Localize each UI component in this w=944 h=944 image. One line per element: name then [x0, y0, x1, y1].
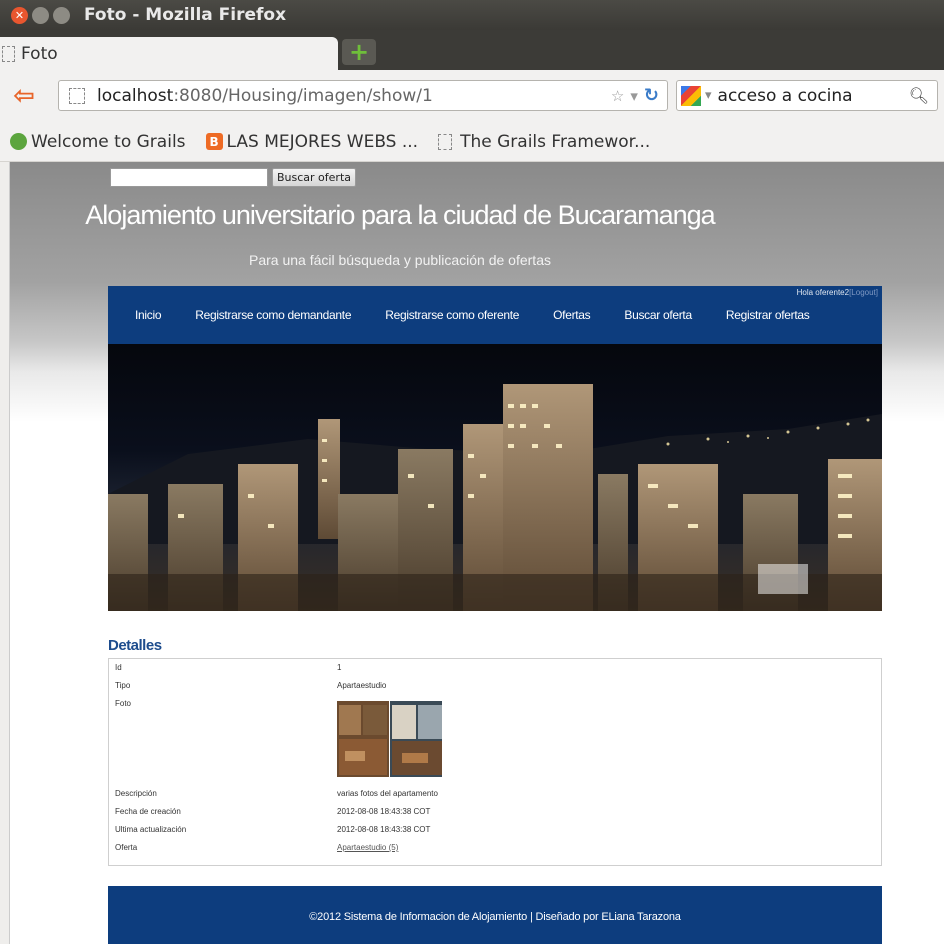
- blogger-icon: B: [205, 133, 223, 150]
- city-skyline-image: [108, 384, 882, 611]
- back-button[interactable]: ⇦: [8, 81, 40, 111]
- detail-value: varias fotos del apartamento: [337, 789, 438, 798]
- search-bar[interactable]: ▾ acceso a cocina 🔍︎: [676, 80, 938, 111]
- details-heading: Detalles: [108, 637, 162, 654]
- site-title: Alojamiento universitario para la ciudad…: [85, 200, 715, 230]
- detail-value: Apartaestudio: [337, 681, 387, 690]
- menu-items: Inicio Registrarse como demandante Regis…: [108, 308, 810, 322]
- search-icon[interactable]: 🔍︎: [909, 86, 929, 105]
- maximize-window-button[interactable]: [53, 6, 70, 24]
- menu-item-inicio[interactable]: Inicio: [135, 308, 162, 322]
- sidebar-edge: [0, 162, 10, 944]
- tab-title: Foto: [21, 43, 58, 64]
- bookmark-welcome-grails[interactable]: Welcome to Grails: [0, 132, 186, 152]
- tab-strip: Foto +: [0, 30, 944, 70]
- reload-icon[interactable]: ↻: [644, 85, 659, 106]
- menu-item-registrarse-demandante[interactable]: Registrarse como demandante: [195, 308, 351, 322]
- close-window-button[interactable]: ✕: [11, 6, 28, 24]
- bookmark-mejores-webs[interactable]: B LAS MEJORES WEBS ...: [205, 131, 419, 152]
- oferta-link[interactable]: Apartaestudio (5): [337, 843, 398, 852]
- detail-row-id: Id 1: [109, 663, 881, 681]
- plus-icon: +: [348, 38, 370, 66]
- logout-link[interactable]: [Logout]: [849, 288, 878, 297]
- page-icon: [2, 45, 15, 62]
- detail-row-tipo: Tipo Apartaestudio: [109, 681, 881, 699]
- bookmark-grails-framework[interactable]: The Grails Framewor...: [438, 132, 650, 152]
- main-menu: Hola oferente2[Logout] Inicio Registrars…: [108, 286, 882, 344]
- detail-value: 2012-08-08 18:43:38 COT: [337, 825, 431, 834]
- window-title: Foto - Mozilla Firefox: [84, 5, 287, 25]
- detail-label: Oferta: [115, 843, 138, 852]
- menu-item-registrarse-oferente[interactable]: Registrarse como oferente: [385, 308, 519, 322]
- main-container: Hola oferente2[Logout] Inicio Registrars…: [108, 286, 882, 944]
- page-icon: [438, 133, 453, 150]
- photo-right: [390, 701, 442, 777]
- bookmark-label: The Grails Framewor...: [460, 131, 651, 152]
- detail-label: Fecha de creación: [115, 807, 181, 816]
- history-dropdown-icon[interactable]: ▾: [630, 87, 638, 105]
- bookmark-label: Welcome to Grails: [31, 131, 186, 152]
- page-viewport[interactable]: Buscar oferta Alojamiento universitario …: [10, 162, 944, 944]
- menu-item-ofertas[interactable]: Ofertas: [553, 308, 591, 322]
- navigation-toolbar: ⇦ localhost:8080/Housing/imagen/show/1 ☆…: [0, 70, 944, 122]
- bookmarks-toolbar: Welcome to Grails B LAS MEJORES WEBS ...…: [0, 122, 944, 162]
- detail-label: Tipo: [115, 681, 131, 690]
- tab-foto[interactable]: Foto: [0, 37, 338, 70]
- back-arrow-icon: ⇦: [13, 81, 35, 111]
- user-greeting: Hola oferente2[Logout]: [797, 288, 878, 297]
- detail-value: 1: [337, 663, 342, 672]
- greeting-text: Hola oferente2: [796, 288, 850, 297]
- url-bar[interactable]: localhost:8080/Housing/imagen/show/1 ☆ ▾…: [58, 80, 668, 111]
- new-tab-button[interactable]: +: [342, 39, 376, 65]
- search-offer-button[interactable]: Buscar oferta: [272, 168, 357, 187]
- detail-label: Foto: [115, 699, 132, 708]
- detail-value: 2012-08-08 18:43:38 COT: [337, 807, 431, 816]
- window-titlebar: ✕ Foto - Mozilla Firefox: [0, 0, 944, 30]
- photo-thumbnail[interactable]: [337, 701, 881, 777]
- menu-item-buscar-oferta[interactable]: Buscar oferta: [624, 308, 692, 322]
- detail-row-foto: Foto: [109, 699, 881, 789]
- detail-row-descripcion: Descripción varias fotos del apartamento: [109, 789, 881, 807]
- grails-icon: [10, 133, 27, 150]
- site-identity-icon: [69, 87, 85, 104]
- search-engine-dropdown-icon[interactable]: ▾: [705, 88, 712, 103]
- bookmark-label: LAS MEJORES WEBS ...: [226, 131, 419, 152]
- url-path: :8080/Housing/imagen/show/1: [173, 85, 433, 106]
- bookmark-star-icon[interactable]: ☆: [611, 87, 624, 105]
- photo-left: [337, 701, 389, 777]
- menu-item-registrar-ofertas[interactable]: Registrar ofertas: [726, 308, 810, 322]
- url-host: localhost: [97, 85, 174, 106]
- detail-row-ultima-actualizacion: Ultima actualización 2012-08-08 18:43:38…: [109, 825, 881, 843]
- site-search: Buscar oferta: [110, 168, 357, 187]
- site-footer: ©2012 Sistema de Informacion de Alojamie…: [108, 886, 882, 944]
- google-icon[interactable]: [681, 85, 701, 106]
- search-value: acceso a cocina: [717, 85, 853, 106]
- detail-label: Id: [115, 663, 122, 672]
- details-table: Id 1 Tipo Apartaestudio Foto Descripción…: [108, 658, 882, 866]
- site-search-input[interactable]: [110, 168, 268, 187]
- detail-row-fecha-creacion: Fecha de creación 2012-08-08 18:43:38 CO…: [109, 807, 881, 825]
- detail-label: Ultima actualización: [115, 825, 187, 834]
- city-night-banner: [108, 344, 882, 611]
- detail-row-oferta: Oferta Apartaestudio (5): [109, 843, 881, 861]
- detail-label: Descripción: [115, 789, 157, 798]
- minimize-window-button[interactable]: [32, 6, 49, 24]
- detail-value: [337, 699, 881, 777]
- site-subtitle: Para una fácil búsqueda y publicación de…: [249, 252, 551, 268]
- detail-value: Apartaestudio (5): [337, 843, 881, 852]
